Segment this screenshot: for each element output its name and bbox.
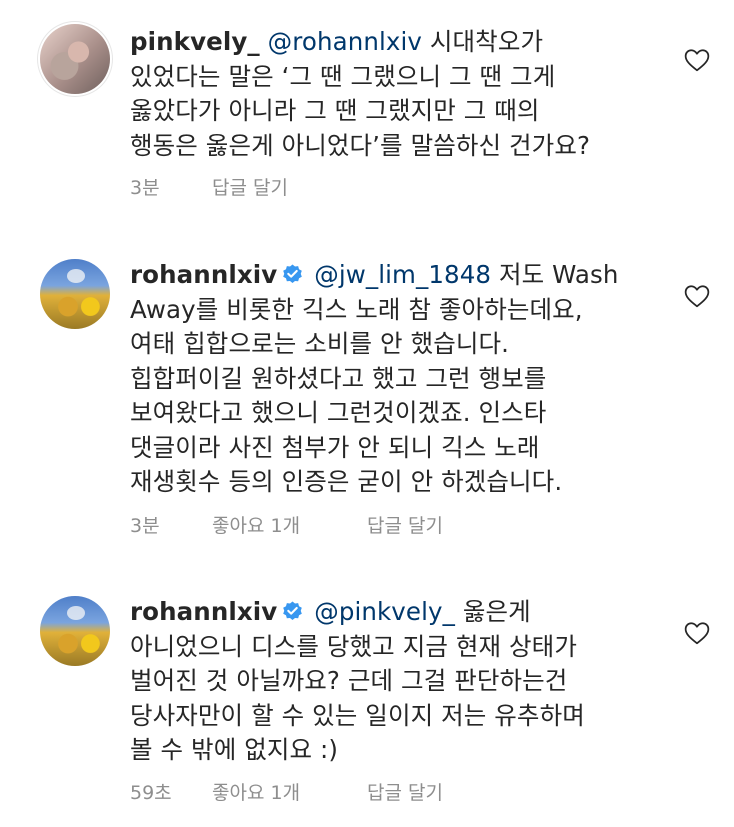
comment-line: 당사자만이 할 수 있는 일이지 저는 유추하며 [130, 700, 585, 730]
comment-line: 아니었으니 디스를 당했고 지금 현재 상태가 [130, 631, 577, 661]
heart-outline-icon[interactable] [684, 48, 710, 72]
comment-line: 여태 힙합으로는 소비를 안 했습니다. [130, 329, 510, 358]
username[interactable]: rohannlxiv [130, 597, 277, 626]
comment-meta: 3분 좋아요 1개 답글 달기 [130, 511, 443, 538]
avatar[interactable] [40, 24, 110, 94]
comment-line: pinkvely_ @rohannlxiv 시대착오가 [130, 25, 670, 60]
comment-meta: 3분 답글 달기 [130, 173, 288, 200]
comment-line: 힙합퍼이길 원하셨다고 했고 그런 행보를 [130, 363, 547, 393]
verified-badge-icon [283, 601, 303, 621]
likes-count[interactable]: 좋아요 1개 [212, 778, 367, 805]
comment-text: pinkvely_ @rohannlxiv 시대착오가 있었다는 말은 ‘그 땐… [130, 25, 670, 163]
comment-line-text: 저도 Wash [491, 260, 619, 289]
verified-badge-icon [283, 264, 303, 284]
heart-outline-icon[interactable] [684, 284, 710, 308]
comment-line: 재생횟수 등의 인증은 굳이 안 하겠습니다. [130, 467, 563, 496]
avatar[interactable] [40, 596, 110, 666]
comment-meta: 59초 좋아요 1개 답글 달기 [130, 778, 443, 805]
timestamp: 3분 [130, 515, 160, 537]
comment-line: Away를 비롯한 긱스 노래 참 좋아하는데요, [130, 294, 583, 324]
reply-button[interactable]: 답글 달기 [367, 778, 443, 805]
username[interactable]: rohannlxiv [130, 260, 277, 289]
comment-text: rohannlxiv @pinkvely_ 옳은게 아니었으니 디스를 당했고 … [130, 595, 670, 768]
comment-line: 있었다는 말은 ‘그 땐 그랬으니 그 땐 그게 [130, 61, 556, 91]
comment-line-text: 옳은게 [454, 597, 531, 626]
mention-link[interactable]: @pinkvely_ [314, 597, 455, 626]
avatar[interactable] [40, 259, 110, 329]
comment-line: 댓글이라 사진 첨부가 안 되니 긱스 노래 [130, 432, 540, 462]
likes-count[interactable]: 좋아요 1개 [212, 511, 367, 538]
comment-list: pinkvely_ @rohannlxiv 시대착오가 있었다는 말은 ‘그 땐… [0, 0, 734, 827]
comment-line: 행동은 옳은게 아니었다’를 말씀하신 건가요? [130, 130, 591, 160]
timestamp: 3분 [130, 177, 160, 199]
mention-link[interactable]: @rohannlxiv [268, 27, 422, 56]
comment-line: 볼 수 밖에 없지요 :) [130, 735, 339, 764]
comment-text: rohannlxiv @jw_lim_1848 저도 Wash Away를 비롯… [130, 258, 670, 500]
reply-button[interactable]: 답글 달기 [367, 511, 443, 538]
comment-line: 벌어진 것 아닐까요? 근데 그걸 판단하는건 [130, 666, 568, 695]
timestamp: 59초 [130, 782, 172, 804]
mention-link[interactable]: @jw_lim_1848 [314, 260, 491, 289]
comment-line: 옳았다가 아니라 그 땐 그랬지만 그 때의 [130, 96, 540, 125]
comment-line-text: 시대착오가 [422, 27, 544, 56]
heart-outline-icon[interactable] [684, 621, 710, 645]
comment-line: rohannlxiv @pinkvely_ 옳은게 [130, 595, 670, 630]
comment-line: 보여왔다고 했으니 그런것이겠죠. 인스타 [130, 398, 547, 427]
comment-line: rohannlxiv @jw_lim_1848 저도 Wash [130, 258, 670, 293]
reply-button[interactable]: 답글 달기 [212, 173, 288, 200]
username[interactable]: pinkvely_ [130, 27, 260, 56]
